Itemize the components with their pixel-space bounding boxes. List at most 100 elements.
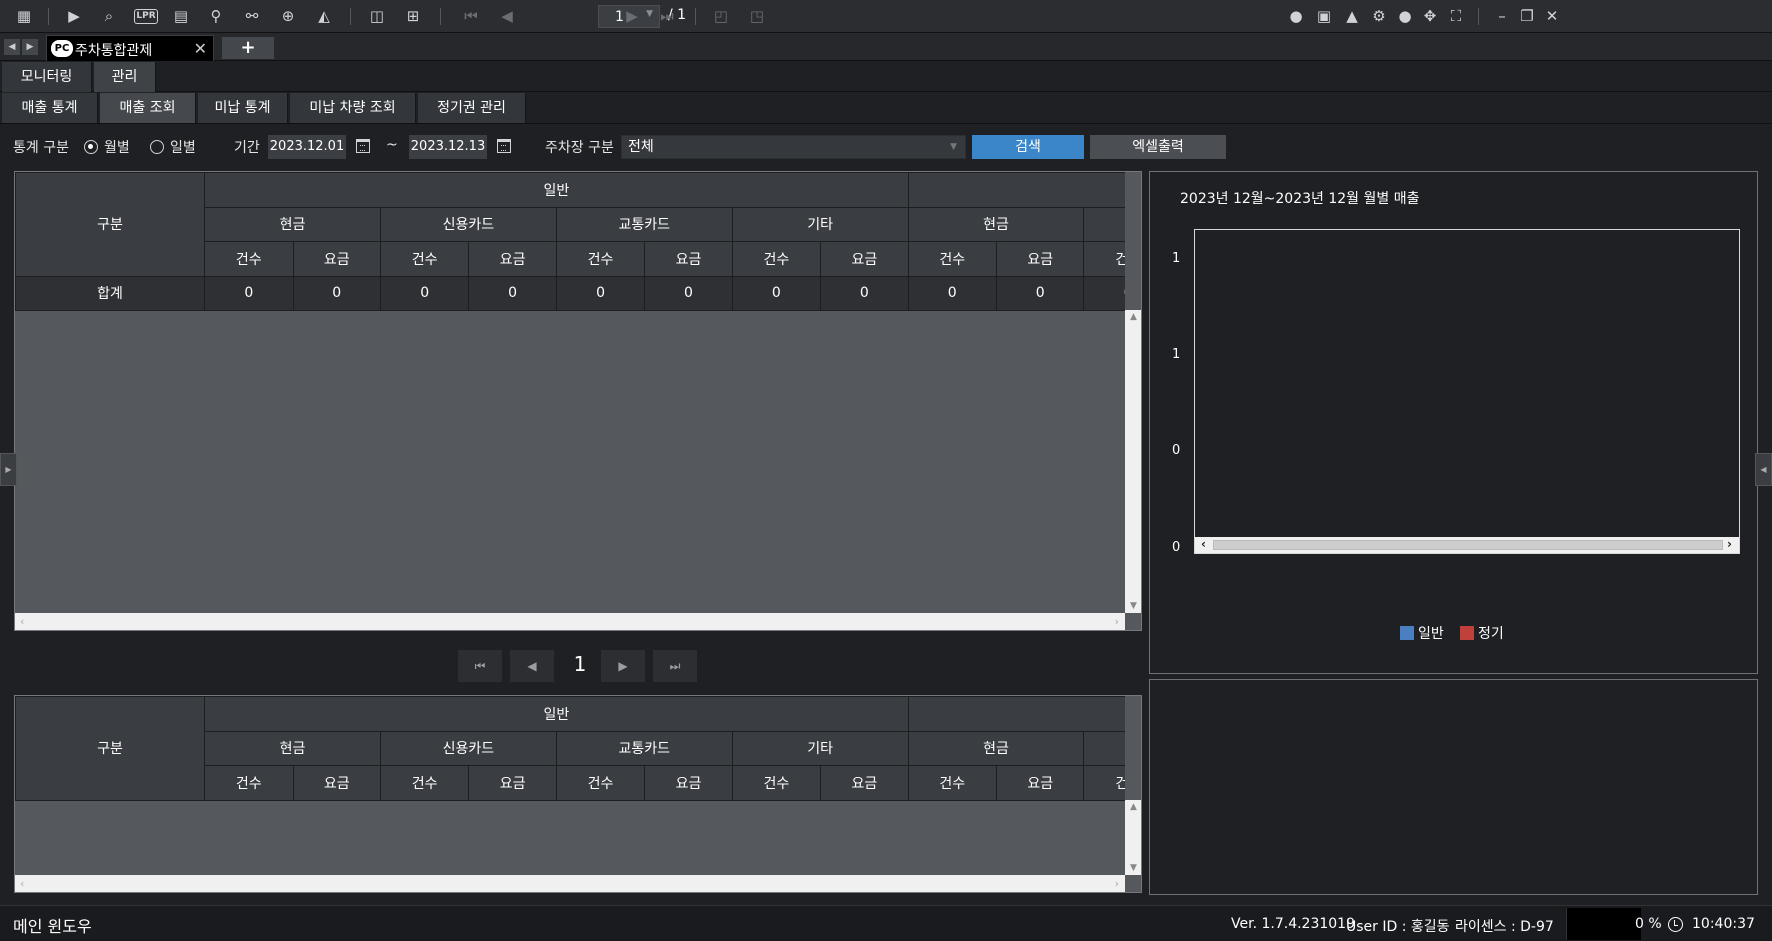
message-window-icon[interactable]: ▣: [1313, 6, 1335, 26]
app-grid-icon[interactable]: ▦: [13, 6, 35, 26]
person-search-icon[interactable]: ⚲: [205, 6, 227, 26]
playback-search-icon[interactable]: ⌕: [98, 6, 120, 26]
layout-split-icon[interactable]: ◫: [366, 6, 388, 26]
fullscreen-icon[interactable]: ⛶: [1445, 6, 1467, 26]
announcement-icon[interactable]: ◭: [313, 6, 335, 26]
subtab-season-pass[interactable]: 정기권 관리: [418, 93, 526, 123]
excel-export-button[interactable]: 엑셀출력: [1090, 135, 1226, 159]
tab-close-icon[interactable]: ✕: [194, 39, 207, 58]
first-page-icon[interactable]: ⏮: [460, 6, 482, 26]
tab-scroll-right-icon[interactable]: ▶: [22, 39, 38, 55]
live-video-icon[interactable]: ▶: [63, 6, 85, 26]
toolbar-separator: [440, 8, 441, 25]
header-fee: 요금: [644, 241, 733, 277]
chat-icon[interactable]: ●: [1285, 6, 1307, 26]
chart-panel: 2023년 12월~2023년 12월 월별 매출 1 1 0 0 ‹ › 일반…: [1149, 171, 1758, 674]
chart-scrollbar[interactable]: ‹ ›: [1195, 537, 1739, 553]
sales-detail-table: 구분 일반 현금 신용카드 교통카드 기타 현금 건수 요금 건수 요금 건수 …: [15, 696, 1141, 801]
radio-monthly-label: 월별: [104, 140, 130, 156]
chart-scroll-thumb[interactable]: [1213, 540, 1723, 550]
toolbar-separator: [695, 8, 696, 25]
radio-monthly[interactable]: [84, 140, 98, 154]
scroll-down-icon[interactable]: ▼: [1125, 863, 1141, 873]
close-icon[interactable]: ✕: [1541, 6, 1563, 26]
subtab-unpaid-stats[interactable]: 미납 통계: [198, 93, 288, 123]
header-count: 건수: [379, 765, 470, 801]
pager-first-button[interactable]: ⏮: [458, 650, 502, 682]
restore-icon[interactable]: ❐: [1516, 6, 1538, 26]
radio-daily[interactable]: [150, 140, 164, 154]
prev-page-icon[interactable]: ◀: [496, 6, 518, 26]
next-page-icon[interactable]: ▶: [621, 6, 643, 26]
date-to-input[interactable]: [409, 135, 487, 159]
total-cell: 0: [820, 275, 909, 311]
calendar-grid-icon[interactable]: ▤: [170, 6, 192, 26]
header-fee: 요금: [468, 765, 557, 801]
scroll-up-icon[interactable]: ▲: [1125, 312, 1141, 322]
header-category-next: [907, 696, 1141, 732]
scroll-left-icon[interactable]: ‹: [20, 877, 24, 890]
lot-select[interactable]: 전체 ▼: [621, 135, 966, 159]
header-method-transit-card: 교통카드: [555, 206, 733, 242]
header-method-other: 기타: [731, 730, 909, 766]
vertical-scrollbar[interactable]: ▲ ▼: [1125, 696, 1141, 875]
monitor-refresh-icon[interactable]: ◰: [710, 6, 732, 26]
add-screen-icon[interactable]: ⊞: [402, 6, 424, 26]
pager-current-page[interactable]: 1: [570, 652, 590, 676]
header-count: 건수: [907, 241, 997, 277]
tab-scroll-left-icon[interactable]: ◀: [4, 39, 20, 55]
scrollbar-header-cover: [1125, 696, 1141, 800]
total-cell: 0: [555, 275, 646, 311]
scroll-left-icon[interactable]: ‹: [20, 615, 24, 628]
minimize-icon[interactable]: –: [1491, 6, 1513, 26]
bicycle-icon[interactable]: ⚯: [241, 6, 263, 26]
subtab-sales-lookup[interactable]: 매출 조회: [100, 93, 196, 123]
header-method-credit-card: 신용카드: [379, 730, 557, 766]
date-from-input[interactable]: [268, 135, 346, 159]
add-tab-button[interactable]: +: [222, 37, 274, 59]
lpr-icon[interactable]: LPR: [134, 9, 158, 24]
subtab-sales-stats[interactable]: 매출 통계: [2, 93, 98, 123]
period-label: 기간: [234, 140, 260, 156]
scroll-right-icon[interactable]: ›: [1727, 537, 1732, 551]
window-refresh-icon[interactable]: ◳: [746, 6, 768, 26]
scroll-down-icon[interactable]: ▼: [1125, 601, 1141, 611]
tab-parking-control[interactable]: PC 주차통합관제 ✕: [46, 35, 214, 61]
scroll-right-icon[interactable]: ›: [1115, 877, 1119, 890]
parking-search-icon[interactable]: ⊕: [277, 6, 299, 26]
vertical-scrollbar[interactable]: ▲ ▼: [1125, 172, 1141, 613]
gear-icon[interactable]: ⚙: [1368, 6, 1390, 26]
table-row-total[interactable]: 합계 0 0 0 0 0 0 0 0 0 0 0: [15, 275, 1141, 311]
horizontal-scrollbar[interactable]: ‹ ›: [15, 875, 1125, 892]
legend-label-season: 정기: [1478, 626, 1504, 642]
subtab-unpaid-vehicles[interactable]: 미납 차량 조회: [290, 93, 416, 123]
total-cell: 0: [907, 275, 997, 311]
menu-management[interactable]: 관리: [94, 62, 156, 92]
scroll-up-icon[interactable]: ▲: [1125, 802, 1141, 812]
status-cpu: 0 %: [1635, 916, 1662, 932]
menu-monitoring[interactable]: 모니터링: [2, 62, 92, 92]
header-fee: 요금: [995, 241, 1085, 277]
move-icon[interactable]: ✥: [1419, 6, 1441, 26]
chevron-down-icon: ▼: [950, 142, 957, 152]
horizontal-scrollbar[interactable]: ‹ ›: [15, 613, 1125, 630]
calendar-icon[interactable]: [497, 139, 511, 153]
pager-last-button[interactable]: ⏭: [653, 650, 697, 682]
status-time: 10:40:37: [1692, 916, 1755, 932]
search-button[interactable]: 검색: [972, 135, 1084, 159]
status-bar: 메인 윈도우 Ver. 1.7.4.231019 User ID : 홍길동 라…: [0, 905, 1772, 941]
pager-prev-button[interactable]: ◀: [510, 650, 554, 682]
calendar-icon[interactable]: [356, 139, 370, 153]
last-page-icon[interactable]: ⏭: [656, 6, 678, 26]
alarm-icon[interactable]: ▲: [1341, 6, 1363, 26]
header-method-cash: 현금: [204, 206, 381, 242]
right-panel-toggle-icon[interactable]: ◀: [1755, 453, 1772, 486]
scroll-left-icon[interactable]: ‹: [1201, 537, 1206, 551]
legend-swatch-season: [1460, 626, 1474, 640]
left-panel-toggle-icon[interactable]: ▶: [0, 453, 17, 486]
toolbar-separator: [1478, 8, 1479, 25]
user-icon[interactable]: ●: [1394, 6, 1416, 26]
scroll-right-icon[interactable]: ›: [1115, 615, 1119, 628]
pager-next-button[interactable]: ▶: [601, 650, 645, 682]
header-count: 건수: [731, 765, 822, 801]
